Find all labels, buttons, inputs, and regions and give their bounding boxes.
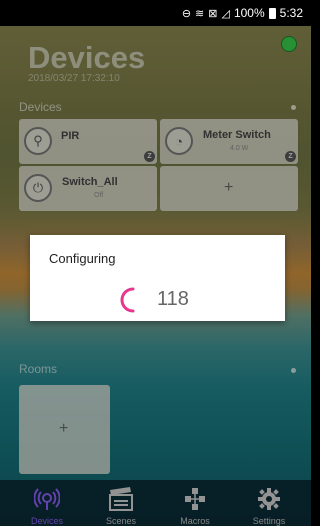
configuring-dialog: Configuring 118	[30, 235, 285, 321]
battery-percent: 100%	[233, 6, 265, 20]
dialog-progress-count: 118	[157, 288, 189, 310]
spinner-icon	[120, 287, 135, 313]
signal-icon: ◿	[221, 7, 230, 20]
clock: 5:32	[279, 6, 303, 20]
wifi-icon: ≋	[195, 7, 205, 20]
status-bar: ⊖ ≋ ⊠ ◿ 100% 5:32	[0, 0, 311, 26]
devices-screen: ⊖ ≋ ⊠ ◿ 100% 5:32 Devices 2018/03/27 17:…	[0, 0, 311, 526]
dialog-title: Configuring	[49, 251, 116, 266]
status-icons: ⊖ ≋ ⊠ ◿ 100% 5:32	[182, 6, 303, 20]
battery-icon	[268, 7, 276, 19]
no-sim-icon: ⊠	[208, 7, 218, 20]
dnd-icon: ⊖	[181, 7, 192, 20]
